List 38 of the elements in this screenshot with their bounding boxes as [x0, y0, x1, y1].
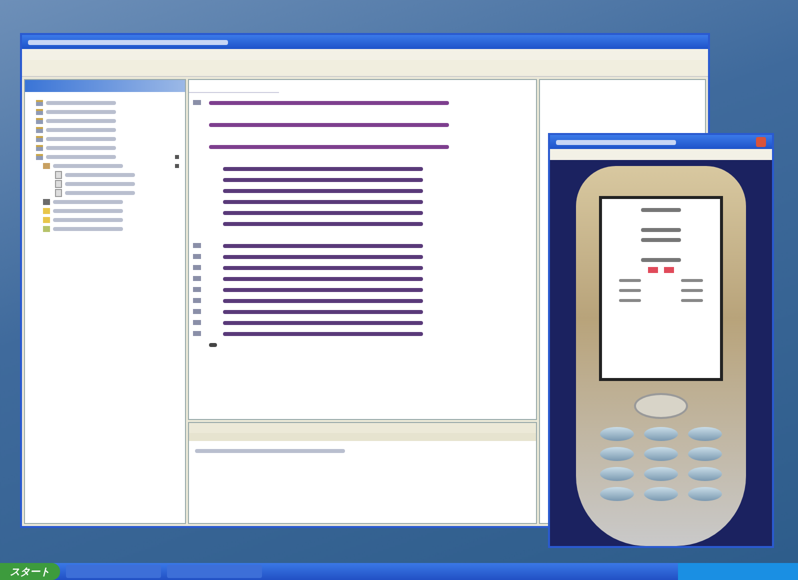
blurred-screen-text — [641, 208, 681, 212]
keypad-key[interactable] — [688, 427, 722, 441]
keypad-key[interactable] — [644, 447, 678, 461]
code-editor[interactable] — [188, 79, 537, 420]
keypad-key[interactable] — [688, 447, 722, 461]
navigation-key[interactable] — [634, 393, 688, 419]
fold-marker-icon[interactable] — [193, 331, 201, 336]
keypad-key[interactable] — [600, 447, 634, 461]
fold-marker-icon[interactable] — [193, 254, 201, 259]
blurred-screen-text — [619, 288, 641, 292]
blurred-screen-text — [641, 258, 681, 262]
fold-marker-icon[interactable] — [193, 320, 201, 325]
blurred-screen-text — [681, 288, 703, 292]
blurred-screen-text — [681, 298, 703, 302]
keypad-key[interactable] — [688, 467, 722, 481]
keypad-key[interactable] — [600, 427, 634, 441]
start-button[interactable]: スタート — [0, 563, 60, 580]
blurred-screen-text — [641, 238, 681, 242]
keypad-key[interactable] — [644, 427, 678, 441]
keypad-key[interactable] — [688, 487, 722, 501]
fold-marker-icon[interactable] — [193, 265, 201, 270]
keypad-key[interactable] — [600, 467, 634, 481]
keypad-key[interactable] — [644, 467, 678, 481]
fold-marker-icon[interactable] — [193, 298, 201, 303]
blurred-screen-text — [681, 278, 703, 282]
fold-marker-icon[interactable] — [193, 243, 201, 248]
taskbar-button[interactable] — [66, 565, 161, 578]
keypad-key[interactable] — [644, 487, 678, 501]
close-button[interactable] — [756, 137, 766, 147]
fold-marker-icon[interactable] — [193, 309, 201, 314]
blurred-screen-text — [619, 278, 641, 282]
fold-marker-icon[interactable] — [193, 287, 201, 292]
fold-marker-icon[interactable] — [193, 276, 201, 281]
fold-marker-icon[interactable] — [193, 100, 201, 105]
taskbar-button[interactable] — [167, 565, 262, 578]
blurred-screen-text — [641, 228, 681, 232]
keypad-key[interactable] — [600, 487, 634, 501]
blurred-screen-text — [619, 298, 641, 302]
